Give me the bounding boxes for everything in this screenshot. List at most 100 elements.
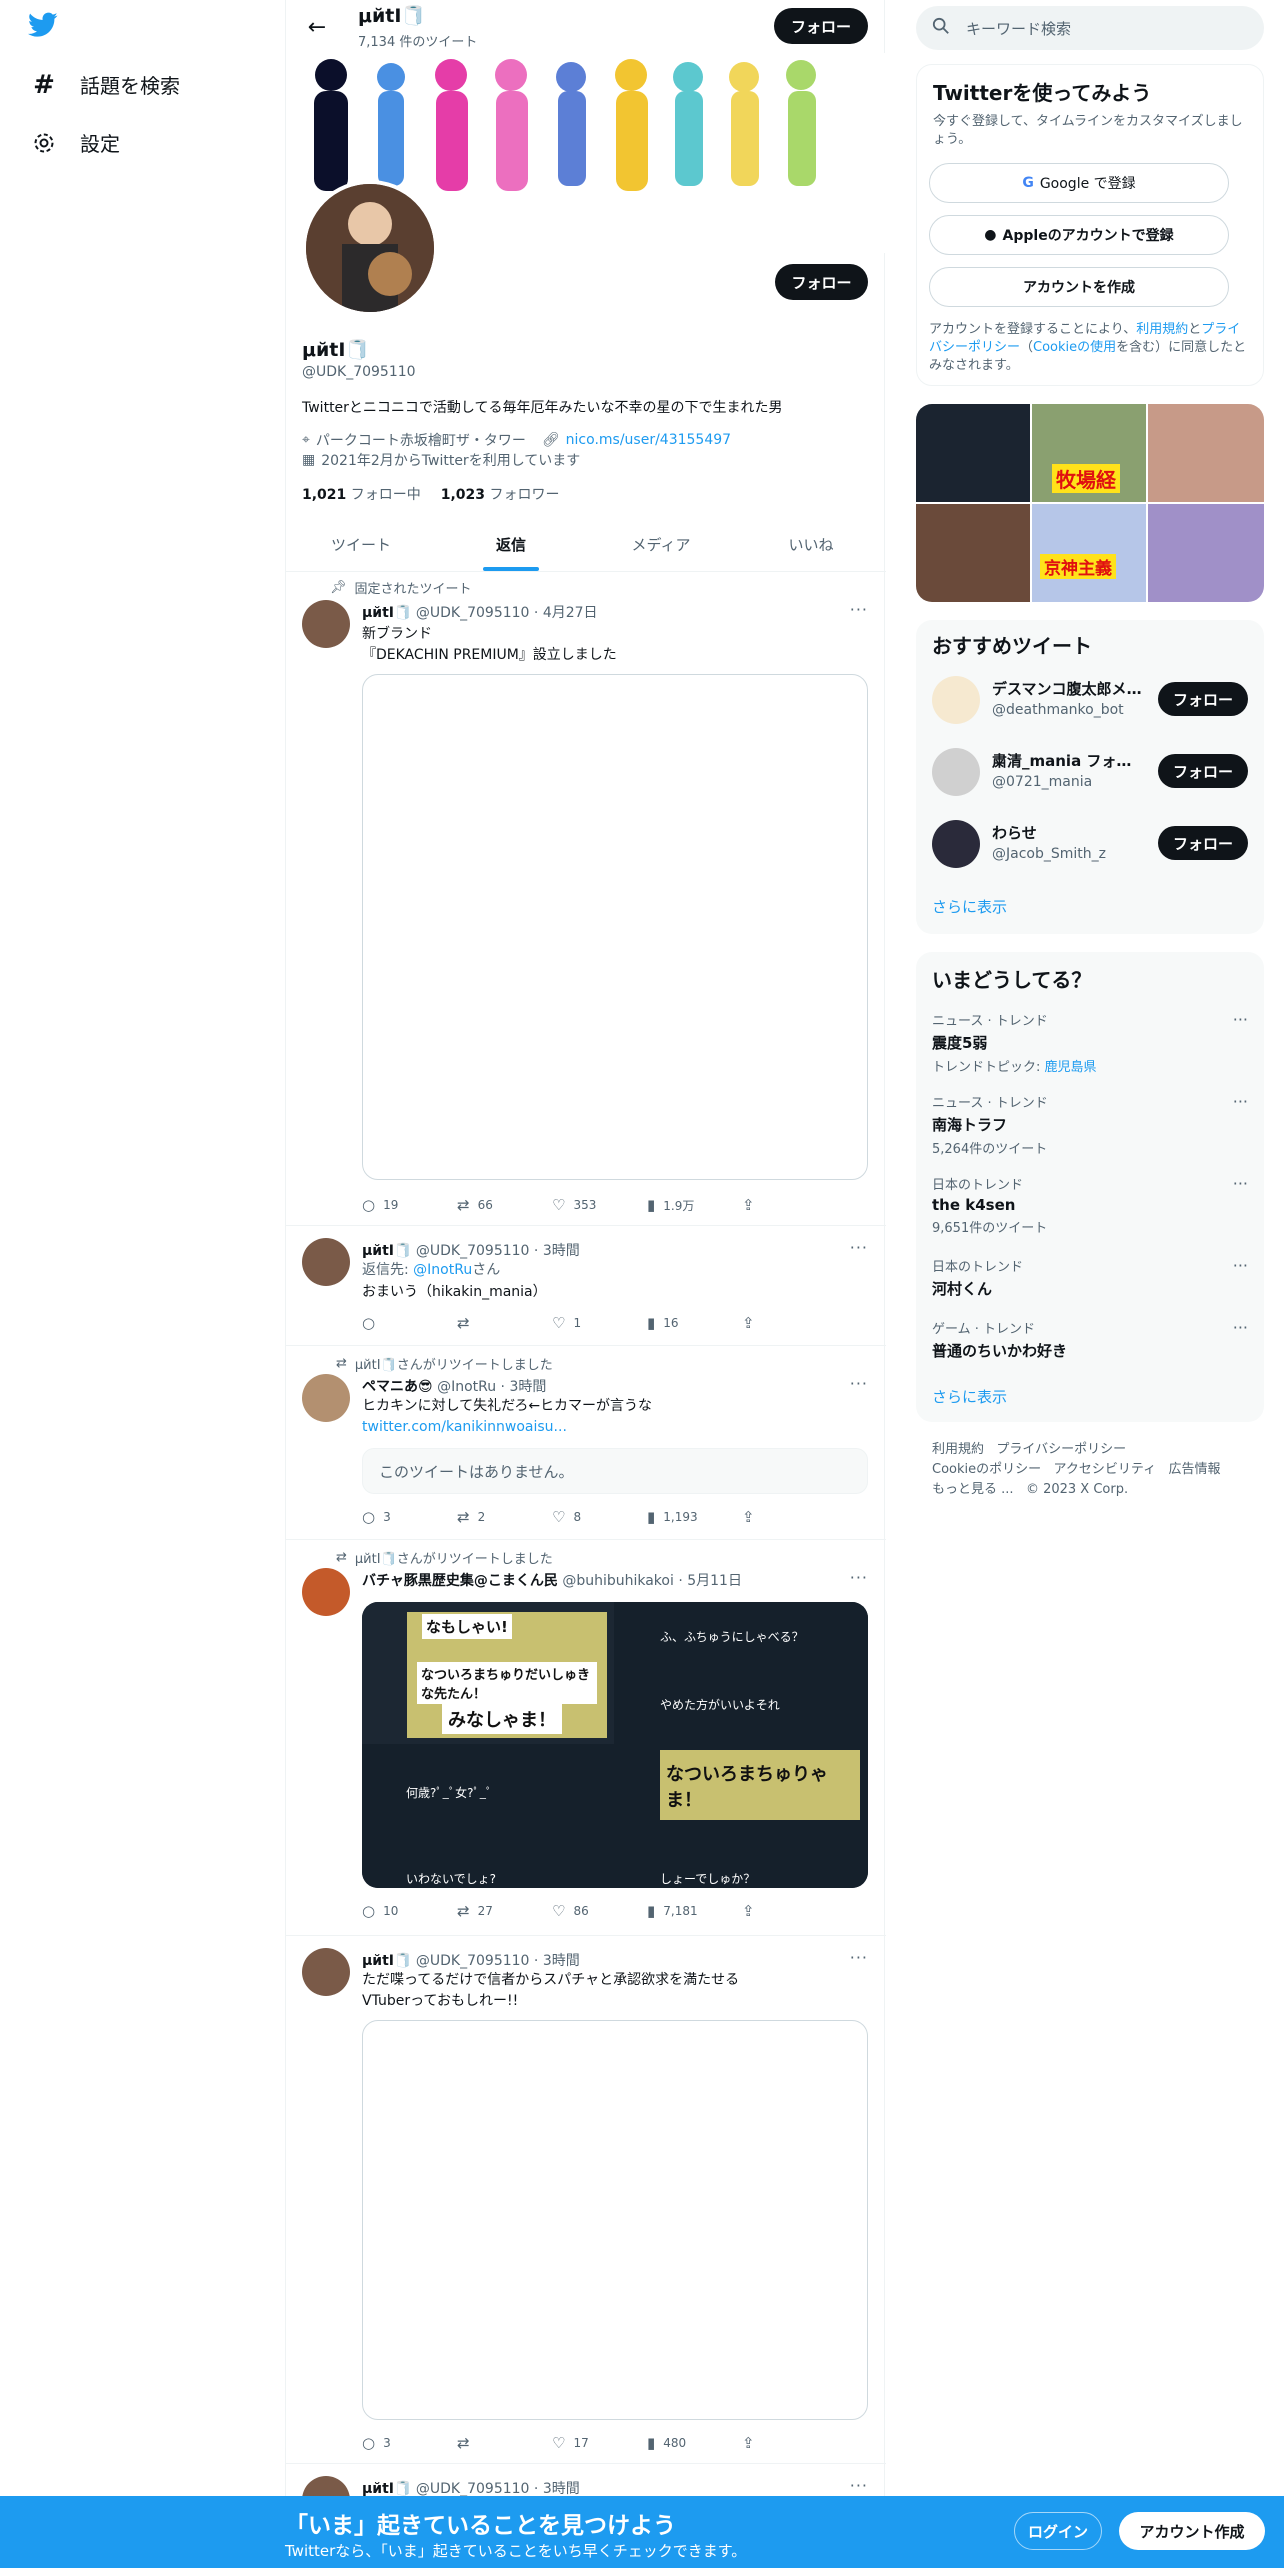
avatar[interactable]	[302, 1238, 350, 1286]
tweet-link[interactable]: twitter.com/kanikinnwoaisu...	[362, 1417, 652, 1438]
avatar[interactable]	[302, 600, 350, 648]
profile-avatar[interactable]	[302, 180, 438, 316]
follow-button[interactable]: フォロー	[1158, 826, 1248, 860]
avatar[interactable]	[302, 1568, 350, 1616]
media-image[interactable]: なもしゃい! なついろまちゅりだいしゅきな先たん！ みなしゃま！	[362, 1602, 614, 1744]
media-thumbnail[interactable]	[916, 404, 1030, 502]
profile-follow-button[interactable]: フォロー	[775, 264, 868, 300]
media-thumbnail[interactable]	[1148, 404, 1264, 502]
more-icon[interactable]: ···	[1233, 1174, 1248, 1193]
views-button[interactable]: ▮ 7,181	[647, 1902, 742, 1920]
tab-likes[interactable]: いいね	[736, 517, 886, 571]
google-signup-button[interactable]: G Google で登録	[929, 163, 1229, 203]
views-button[interactable]: ▮ 1.9万	[647, 1196, 742, 1214]
media-thumbnail[interactable]	[916, 504, 1030, 602]
retweet-button[interactable]: ⇄	[457, 1314, 552, 1332]
trend-item[interactable]: 日本のトレンド the k4sen 9,651件のツイート ···	[932, 1174, 1248, 1236]
share-icon: ⇪	[742, 1196, 755, 1214]
profile-handle: @UDK_7095110	[302, 364, 416, 380]
tab-tweets[interactable]: ツイート	[286, 517, 436, 571]
reply-button[interactable]: ○ 3	[362, 2434, 457, 2452]
more-icon[interactable]: ···	[850, 600, 868, 619]
nav-settings[interactable]: 設定	[30, 128, 120, 157]
recommended-show-more[interactable]: さらに表示	[932, 896, 1007, 917]
avatar[interactable]	[302, 1374, 350, 1422]
create-account-button[interactable]: アカウントを作成	[929, 267, 1229, 307]
media-thumbnail[interactable]	[1148, 504, 1264, 602]
tweet-media[interactable]	[362, 2020, 868, 2420]
follow-button[interactable]: フォロー	[1158, 754, 1248, 788]
media-thumbnail[interactable]: 牧場経	[1032, 404, 1146, 502]
recommended-item[interactable]: 粛清_mania フォロ... @0721_mania フォロー	[932, 742, 1248, 804]
more-icon[interactable]: ···	[850, 1568, 868, 1587]
more-icon[interactable]: ···	[850, 1948, 868, 1967]
media-thumbnail[interactable]: 京神主義	[1032, 504, 1146, 602]
apple-signup-button[interactable]: ● Appleのアカウントで登録	[929, 215, 1229, 255]
tab-media[interactable]: メディア	[586, 517, 736, 571]
tweet-media-grid[interactable]: なもしゃい! なついろまちゅりだいしゅきな先たん！ みなしゃま！ ふ、ふちゅうに…	[362, 1602, 868, 1888]
retweet-label-row: ⇄ μйtI🧻さんがリツイートしました	[336, 1548, 553, 1567]
more-icon[interactable]: ···	[850, 2476, 868, 2495]
search-bar[interactable]: キーワード検索	[916, 6, 1264, 50]
media-image[interactable]: ふ、ふちゅうにしゃべる？ やめた方がいいよそれ	[616, 1602, 868, 1744]
share-button[interactable]: ⇪	[742, 1902, 772, 1920]
retweet-button[interactable]: ⇄	[457, 2434, 552, 2452]
more-icon[interactable]: ···	[1233, 1010, 1248, 1029]
recommended-item[interactable]: デスマンコ腹太郎メ... @deathmanko_bot フォロー	[932, 670, 1248, 732]
more-icon[interactable]: ···	[850, 1374, 868, 1393]
following-stat[interactable]: 1,021 フォロー中	[302, 484, 421, 504]
like-button[interactable]: ♡ 1	[552, 1314, 647, 1332]
trend-item[interactable]: 日本のトレンド 河村くん ···	[932, 1256, 1248, 1299]
retweet-button[interactable]: ⇄ 27	[457, 1902, 552, 1920]
like-button[interactable]: ♡ 353	[552, 1196, 647, 1214]
like-button[interactable]: ♡ 86	[552, 1902, 647, 1920]
tweet-media[interactable]	[362, 674, 868, 1180]
more-icon[interactable]: ···	[1233, 1092, 1248, 1111]
signup-button[interactable]: アカウント作成	[1119, 2512, 1265, 2550]
reply-button[interactable]: ○ 3	[362, 1508, 457, 1526]
tweet[interactable]: μйtI🧻 @UDK_7095110 · 3時間 ··· ただ喋ってるだけで信者…	[286, 1936, 886, 2464]
trend-item[interactable]: ゲーム · トレンド 普通のちいかわ好き ···	[932, 1318, 1248, 1361]
reply-button[interactable]: ○	[362, 1314, 457, 1332]
header-follow-button[interactable]: フォロー	[774, 8, 868, 44]
share-button[interactable]: ⇪	[742, 1314, 772, 1332]
more-icon[interactable]: ···	[1233, 1318, 1248, 1337]
share-button[interactable]: ⇪	[742, 2434, 772, 2452]
retweet-button[interactable]: ⇄ 66	[457, 1196, 552, 1214]
twitter-logo-icon[interactable]	[28, 12, 68, 46]
reply-button[interactable]: ○ 10	[362, 1902, 457, 1920]
tweet-retweet-media[interactable]: ⇄ μйtI🧻さんがリツイートしました バチャ豚黒歴史集@こまくん民 @buhi…	[286, 1540, 886, 1936]
like-button[interactable]: ♡ 8	[552, 1508, 647, 1526]
more-icon[interactable]: ···	[850, 1238, 868, 1257]
tweet-pinned[interactable]: 📌︎ 固定されたツイート μйtI🧻 @UDK_7095110 · 4月27日 …	[286, 572, 886, 1226]
trend-item[interactable]: ニュース · トレンド 南海トラフ 5,264件のツイート ···	[932, 1092, 1248, 1157]
recommended-item[interactable]: わらせ @Jacob_Smith_z フォロー	[932, 814, 1248, 876]
views-button[interactable]: ▮ 16	[647, 1314, 742, 1332]
login-button[interactable]: ログイン	[1014, 2512, 1102, 2550]
back-arrow-icon[interactable]: ←	[300, 10, 334, 44]
share-button[interactable]: ⇪	[742, 1508, 772, 1526]
search-placeholder[interactable]: キーワード検索	[966, 18, 1071, 39]
more-icon[interactable]: ···	[1233, 1256, 1248, 1275]
follow-button[interactable]: フォロー	[1158, 682, 1248, 716]
media-image[interactable]: 何歳?ﾟ_ﾟ女?ﾟ_ﾟ いわないでしょ?	[362, 1746, 614, 1888]
views-button[interactable]: ▮ 480	[647, 2434, 742, 2452]
tab-replies[interactable]: 返信	[436, 517, 586, 571]
followers-stat[interactable]: 1,023 フォロワー	[441, 484, 560, 504]
tweet-reply[interactable]: μйtI🧻 @UDK_7095110 · 3時間 ··· 返信先: @InotR…	[286, 1226, 886, 1346]
avatar[interactable]	[302, 1948, 350, 1996]
reply-button[interactable]: ○ 19	[362, 1196, 457, 1214]
retweet-icon: ⇄	[457, 1196, 470, 1214]
retweet-button[interactable]: ⇄ 2	[457, 1508, 552, 1526]
retweet-icon: ⇄	[336, 1356, 347, 1371]
like-button[interactable]: ♡ 17	[552, 2434, 647, 2452]
trend-item[interactable]: ニュース · トレンド 震度5弱 トレンドトピック: 鹿児島県 ···	[932, 1010, 1248, 1075]
media-image[interactable]: なついろまちゅりゃま！ しょーでしゅか？	[616, 1746, 868, 1888]
share-button[interactable]: ⇪	[742, 1196, 772, 1214]
nav-explore[interactable]: # 話題を検索	[30, 70, 180, 100]
trends-show-more[interactable]: さらに表示	[932, 1386, 1007, 1407]
views-button[interactable]: ▮ 1,193	[647, 1508, 742, 1526]
tweet-actions: ○ 3 ⇄ ♡ 17 ▮ 480 ⇪	[362, 2434, 782, 2452]
tweet-retweet[interactable]: ⇄ μйtI🧻さんがリツイートしました ペマニあ😎 @InotRu · 3時間 …	[286, 1346, 886, 1540]
profile-url[interactable]: nico.ms/user/43155497	[566, 432, 731, 448]
